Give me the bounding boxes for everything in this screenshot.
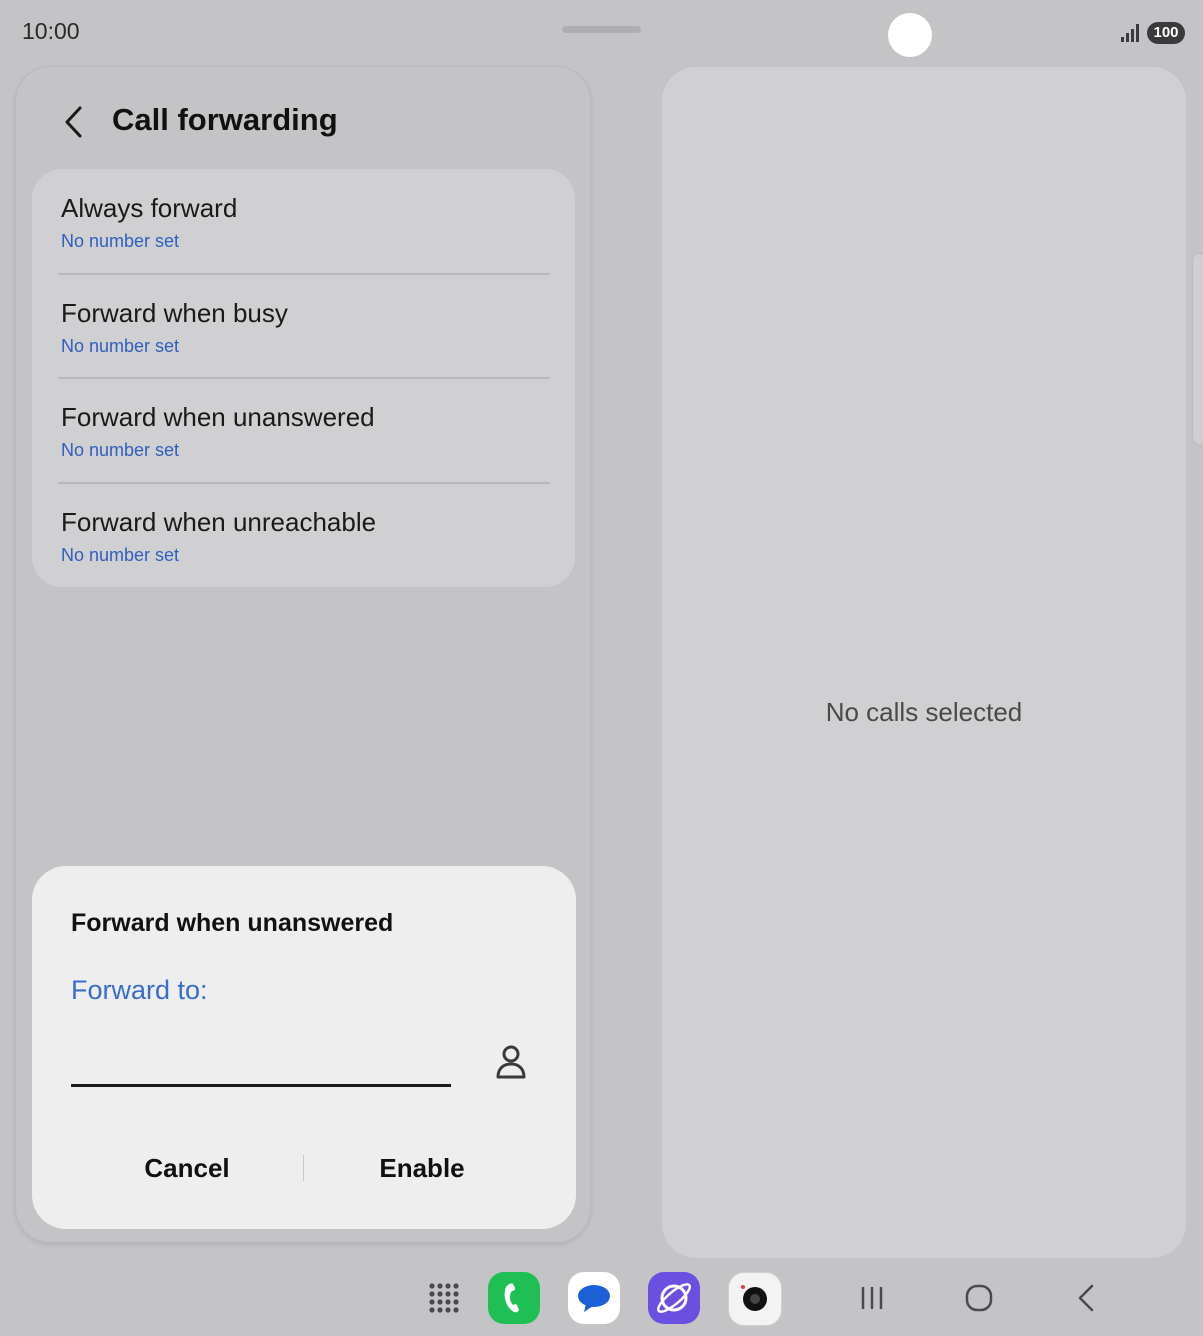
- camera-app-icon[interactable]: [728, 1272, 782, 1326]
- option-subtitle: No number set: [61, 545, 180, 565]
- phone-app-icon[interactable]: [488, 1272, 540, 1324]
- back-icon[interactable]: [1068, 1280, 1104, 1316]
- app-grid-icon[interactable]: [428, 1282, 460, 1314]
- button-separator: [303, 1155, 304, 1181]
- option-title: Forward when unanswered: [61, 402, 375, 432]
- status-time: 10:00: [22, 18, 80, 44]
- home-icon[interactable]: [961, 1280, 997, 1316]
- status-bar: 10:00 100: [0, 0, 1203, 64]
- option-subtitle: No number set: [61, 231, 180, 251]
- option-title: Forward when unreachable: [61, 507, 377, 537]
- chat-bubble-icon: [578, 1285, 610, 1312]
- camera-lens-icon: [741, 1285, 767, 1311]
- option-forward-when-busy[interactable]: Forward when busy No number set: [32, 274, 575, 378]
- option-forward-when-unanswered[interactable]: Forward when unanswered No number set: [32, 378, 575, 482]
- window-drag-handle[interactable]: [562, 26, 641, 33]
- call-detail-pane: No calls selected: [662, 67, 1186, 1258]
- planet-icon: [656, 1283, 692, 1313]
- option-always-forward[interactable]: Always forward No number set: [32, 169, 575, 273]
- forwarding-options-card: Always forward No number set Forward whe…: [32, 169, 575, 587]
- option-subtitle: No number set: [61, 440, 180, 460]
- forward-number-dialog: Forward when unanswered Forward to: Canc…: [32, 866, 576, 1229]
- no-calls-selected-text: No calls selected: [825, 697, 1023, 727]
- phone-handset-icon: [504, 1283, 519, 1313]
- cancel-button[interactable]: Cancel: [72, 1136, 302, 1198]
- option-title: Forward when busy: [61, 298, 288, 328]
- recents-icon[interactable]: [854, 1280, 890, 1316]
- signal-icon: [1121, 24, 1139, 42]
- option-forward-when-unreachable[interactable]: Forward when unreachable No number set: [32, 483, 575, 587]
- back-arrow-icon[interactable]: [58, 103, 92, 141]
- contact-picker-icon[interactable]: [494, 1044, 528, 1080]
- page-title: Call forwarding: [112, 102, 338, 137]
- enable-button[interactable]: Enable: [307, 1136, 537, 1198]
- camera-cutout: [888, 13, 932, 57]
- option-title: Always forward: [61, 193, 238, 223]
- taskbar: [0, 1262, 1203, 1336]
- option-subtitle: No number set: [61, 336, 180, 356]
- dialog-title: Forward when unanswered: [71, 909, 394, 937]
- edge-panel-handle[interactable]: [1192, 253, 1203, 445]
- messages-app-icon[interactable]: [568, 1272, 620, 1324]
- internet-app-icon[interactable]: [648, 1272, 700, 1324]
- battery-indicator: 100: [1147, 22, 1185, 44]
- call-forwarding-panel: Call forwarding Always forward No number…: [16, 67, 590, 1242]
- forward-number-input[interactable]: [71, 1026, 451, 1087]
- forward-to-label: Forward to:: [71, 975, 208, 1005]
